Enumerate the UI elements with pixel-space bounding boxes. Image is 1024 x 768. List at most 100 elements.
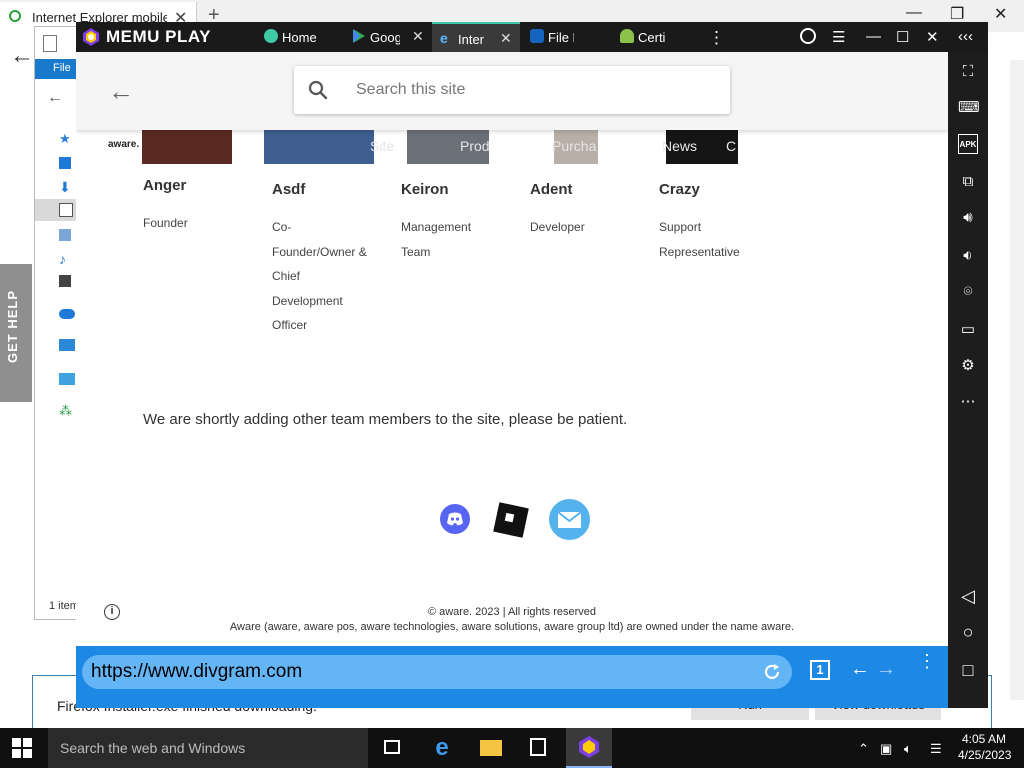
memu-tab-home[interactable]: Home (256, 22, 346, 52)
memu-tabs-more-icon[interactable]: ⋮ (708, 28, 725, 48)
memu-tab-label: Goog (370, 30, 400, 45)
memu-tab-google-play[interactable]: Goog ✕ (344, 22, 432, 52)
clock-time[interactable]: 4:05 AM (962, 732, 1006, 746)
copyright-text: © aware. 2023 | All rights reserved (427, 606, 597, 618)
memu-close-button[interactable]: ✕ (926, 28, 939, 46)
more-icon[interactable]: ⋯ (958, 392, 978, 412)
memu-brand: MEMU PLAY (106, 27, 211, 46)
get-help-label[interactable]: GET HELP (5, 290, 27, 363)
multi-window-icon[interactable]: ⧉ (958, 172, 978, 192)
account-icon[interactable] (800, 28, 816, 44)
nav-ghost-purcha: Purcha (552, 138, 597, 154)
tab-close-icon[interactable]: ✕ (412, 28, 424, 45)
nav-ghost-news: News (662, 138, 698, 154)
explorer-file-menu[interactable]: File (53, 62, 71, 74)
location-icon[interactable]: ⌾ (958, 282, 978, 302)
folder-icon[interactable]: ▭ (958, 320, 978, 340)
homegroup-icon[interactable]: ⁂ (59, 403, 72, 418)
firefox-back-button[interactable]: ← (10, 42, 34, 70)
action-center-icon[interactable]: ☰ (930, 741, 942, 757)
url-text[interactable]: https://www.divgram.com (91, 661, 302, 683)
taskbar-search-placeholder[interactable]: Search the web and Windows (60, 740, 245, 756)
memu-maximize-button[interactable]: ☐ (896, 28, 909, 46)
reload-icon[interactable] (762, 662, 782, 682)
team-member-name: Asdf (272, 181, 306, 198)
onedrive-icon[interactable] (59, 309, 75, 319)
discord-icon[interactable] (440, 504, 470, 534)
tab-close-icon[interactable]: ✕ (500, 30, 512, 47)
documents-icon[interactable] (59, 203, 73, 217)
tab-count-button[interactable]: 1 (810, 660, 830, 680)
team-member-role: Support Representative (659, 220, 740, 259)
memu-menu-icon[interactable]: ☰ (832, 28, 845, 46)
nav-ghost-c: C (726, 138, 737, 154)
file-manager-icon (530, 29, 544, 43)
site-search-box[interactable]: Search this site (294, 66, 730, 114)
explorer-status-text: 1 item (49, 600, 79, 612)
team-member-role: Management Team (401, 220, 472, 259)
team-member-name: Crazy (659, 181, 700, 198)
selected-nav-item[interactable] (35, 199, 81, 221)
music-icon[interactable]: ♪ (59, 251, 71, 267)
browser-menu-icon[interactable]: ⋮ (918, 652, 936, 670)
memu-taskbar-button[interactable] (566, 728, 612, 768)
memu-tab-file-manager[interactable]: File M (522, 22, 612, 52)
firefox-tab-icon (9, 10, 21, 22)
team-member-name: Adent (530, 181, 573, 198)
memu-logo-icon (83, 28, 99, 46)
file-explorer-icon[interactable] (470, 734, 510, 762)
videos-icon[interactable] (59, 275, 71, 287)
edge-browser-icon[interactable]: e (422, 734, 462, 762)
browser-back-button[interactable]: ← (850, 658, 870, 681)
firefox-maximize-button[interactable]: ❐ (950, 4, 964, 24)
team-member-name: Anger (143, 177, 187, 194)
show-hidden-icons[interactable]: ⌃ (858, 741, 869, 757)
android-recents-icon[interactable]: □ (958, 660, 978, 680)
keyboard-icon[interactable]: ⌨ (958, 98, 980, 118)
search-icon (308, 80, 328, 100)
store-icon[interactable] (518, 734, 558, 762)
memu-tab-certi[interactable]: Certi (612, 22, 702, 52)
fullscreen-icon[interactable]: ⛶ (958, 62, 978, 82)
address-bar[interactable]: https://www.divgram.com (82, 655, 792, 689)
team-member-role: Founder (143, 216, 188, 230)
task-view-icon[interactable] (372, 734, 412, 762)
asdf-photo (264, 130, 374, 164)
discord-glyph (447, 512, 463, 526)
nav-ghost-site: Site (370, 138, 395, 154)
explorer-back-icon[interactable]: ← (47, 89, 63, 107)
taskbar-search-box[interactable]: Search the web and Windows (48, 728, 368, 768)
memu-minimize-button[interactable]: — (866, 28, 881, 45)
pictures-icon[interactable] (59, 229, 71, 241)
search-input[interactable]: Search this site (356, 81, 465, 99)
this-pc-icon[interactable] (59, 339, 75, 351)
roblox-icon[interactable] (493, 502, 529, 538)
firefox-scrollbar[interactable] (1010, 60, 1024, 700)
windows-taskbar: Search the web and Windows e ⌃ ▣ 🔈︎ ☰ 4:… (0, 728, 1024, 768)
network-icon[interactable]: ▣ (880, 741, 892, 757)
team-member-role: Co-Founder/Owner & Chief Development Off… (272, 220, 367, 332)
volume-up-icon[interactable]: 🔊︎ (958, 208, 978, 228)
email-icon[interactable] (549, 499, 590, 540)
memu-collapse-sidebar-icon[interactable]: ‹‹‹ (958, 28, 973, 45)
settings-icon[interactable]: ⚙ (958, 356, 978, 376)
network-icon[interactable] (59, 373, 75, 385)
desktop-folder-icon[interactable] (59, 157, 71, 169)
site-back-button[interactable]: ← (108, 76, 134, 107)
android-back-icon[interactable]: ◁ (958, 586, 978, 606)
clock-date[interactable]: 4/25/2023 (958, 748, 1011, 762)
browser-forward-button[interactable]: → (876, 658, 896, 681)
windows-start-icon[interactable] (12, 738, 32, 758)
firefox-close-button[interactable]: ✕ (994, 4, 1007, 24)
volume-muted-icon[interactable]: 🔈︎ (904, 741, 912, 757)
apk-icon[interactable]: APK (958, 134, 978, 154)
internet-explorer-icon: e (440, 30, 448, 46)
firefox-minimize-button[interactable]: — (906, 4, 922, 22)
memu-tab-label: File M (548, 30, 574, 45)
downloads-icon[interactable]: ⬇ (59, 179, 71, 195)
android-home-icon[interactable]: ○ (958, 622, 978, 642)
quick-access-icon[interactable]: ★ (59, 131, 71, 146)
volume-down-icon[interactable]: 🔉︎ (958, 246, 978, 266)
memu-tab-internet[interactable]: e Inter ✕ (432, 22, 520, 52)
document-icon (43, 35, 57, 52)
